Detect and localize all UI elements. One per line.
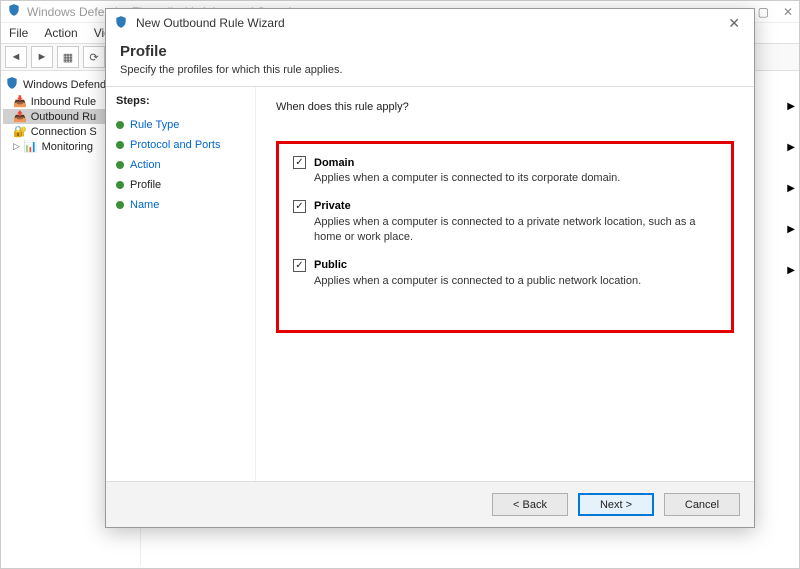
close-icon[interactable]: ✕ xyxy=(722,15,746,32)
app-shield-icon xyxy=(7,3,21,20)
toolbar-grid-icon[interactable]: ▦ xyxy=(57,46,79,68)
checkbox-private[interactable]: ✓ xyxy=(293,200,306,213)
chevron-right-icon: ▷ xyxy=(13,141,20,152)
desc-private: Applies when a computer is connected to … xyxy=(314,215,717,245)
back-nav-icon[interactable]: ◄ xyxy=(5,46,27,68)
menu-action[interactable]: Action xyxy=(44,26,77,40)
highlight-box: ✓ Domain Applies when a computer is conn… xyxy=(276,141,734,333)
wizard-content: When does this rule apply? ✓ Domain Appl… xyxy=(256,87,754,481)
expander-icon[interactable]: ▶ xyxy=(787,142,795,153)
label-public: Public xyxy=(314,259,347,271)
wizard-step-title: Profile xyxy=(120,43,740,60)
wizard-dialog: New Outbound Rule Wizard ✕ Profile Speci… xyxy=(105,8,755,528)
step-profile[interactable]: Profile xyxy=(116,175,245,195)
steps-heading: Steps: xyxy=(116,95,245,107)
bullet-icon xyxy=(116,121,124,129)
tree-outbound-label: Outbound Ru xyxy=(31,111,96,123)
desc-public: Applies when a computer is connected to … xyxy=(314,274,717,289)
checkbox-public[interactable]: ✓ xyxy=(293,259,306,272)
maximize-icon[interactable]: ▢ xyxy=(758,5,769,19)
monitoring-icon: 📊 xyxy=(24,140,38,153)
expander-icon[interactable]: ▶ xyxy=(787,265,795,276)
tree-connection-label: Connection S xyxy=(31,126,97,138)
menu-file[interactable]: File xyxy=(9,26,28,40)
desc-domain: Applies when a computer is connected to … xyxy=(314,171,717,186)
connection-security-icon: 🔐 xyxy=(13,125,27,138)
label-domain: Domain xyxy=(314,157,354,169)
expander-icon[interactable]: ▶ xyxy=(787,224,795,235)
bullet-icon xyxy=(116,141,124,149)
tree-root-label: Windows Defender xyxy=(23,79,116,91)
step-rule-type[interactable]: Rule Type xyxy=(116,115,245,135)
wizard-subtitle: Specify the profiles for which this rule… xyxy=(120,64,740,76)
next-button[interactable]: Next > xyxy=(578,493,654,516)
forward-nav-icon[interactable]: ► xyxy=(31,46,53,68)
tree-inbound-label: Inbound Rule xyxy=(31,96,96,108)
wizard-steps-panel: Steps: Rule Type Protocol and Ports Acti… xyxy=(106,87,256,481)
prompt-text: When does this rule apply? xyxy=(276,101,734,113)
wizard-footer: < Back Next > Cancel xyxy=(106,481,754,527)
label-private: Private xyxy=(314,200,351,212)
step-protocol-ports[interactable]: Protocol and Ports xyxy=(116,135,245,155)
wizard-title: New Outbound Rule Wizard xyxy=(136,16,285,30)
shield-icon xyxy=(5,76,19,93)
wizard-header: Profile Specify the profiles for which t… xyxy=(106,37,754,86)
option-public: ✓ Public Applies when a computer is conn… xyxy=(293,259,717,289)
checkbox-domain[interactable]: ✓ xyxy=(293,156,306,169)
tree-monitoring-label: Monitoring xyxy=(42,141,93,153)
cancel-button[interactable]: Cancel xyxy=(664,493,740,516)
expander-icon[interactable]: ▶ xyxy=(787,183,795,194)
close-main-icon[interactable]: ✕ xyxy=(783,5,793,19)
option-private: ✓ Private Applies when a computer is con… xyxy=(293,200,717,245)
refresh-icon[interactable]: ⟳ xyxy=(83,46,105,68)
inbound-rules-icon: 📥 xyxy=(13,95,27,108)
bullet-icon xyxy=(116,201,124,209)
step-name[interactable]: Name xyxy=(116,195,245,215)
expander-icon[interactable]: ▶ xyxy=(787,101,795,112)
option-domain: ✓ Domain Applies when a computer is conn… xyxy=(293,156,717,186)
bullet-icon xyxy=(116,161,124,169)
bullet-icon xyxy=(116,181,124,189)
outbound-rules-icon: 📤 xyxy=(13,110,27,123)
wizard-titlebar: New Outbound Rule Wizard ✕ xyxy=(106,9,754,37)
back-button[interactable]: < Back xyxy=(492,493,568,516)
step-action[interactable]: Action xyxy=(116,155,245,175)
wizard-shield-icon xyxy=(114,15,128,32)
right-panel-expanders: ▶ ▶ ▶ ▶ ▶ xyxy=(787,101,795,276)
